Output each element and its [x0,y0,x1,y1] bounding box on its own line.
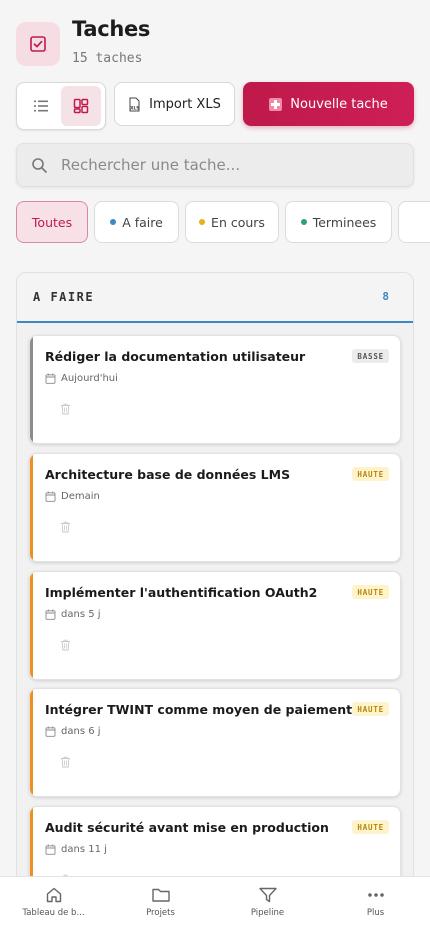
trash-icon[interactable] [60,521,71,533]
page-title: Taches [72,17,151,41]
task-date-label: Aujourd'hui [61,373,118,384]
calendar-icon [45,491,56,502]
checkbox-icon [16,22,60,66]
task-title: Intégrer TWINT comme moyen de paiement [45,702,353,717]
task-due-date: dans 5 j [45,609,101,620]
nav-projects-label: Projets [146,908,175,918]
nav-projects[interactable]: Projets [107,877,214,932]
priority-badge: HAUTE [352,820,389,834]
task-title: Rédiger la documentation utilisateur [45,349,306,364]
task-title: Implémenter l'authentification OAuth2 [45,585,318,600]
task-card[interactable]: Architecture base de données LMS HAUTE D… [29,453,401,562]
filter-done-label: Terminees [312,214,377,230]
task-title: Architecture base de données LMS [45,467,291,482]
trash-icon[interactable] [60,756,71,768]
kanban-icon [73,98,89,114]
task-due-date: Aujourd'hui [45,373,118,384]
task-date-label: dans 6 j [61,726,101,737]
task-due-date: dans 11 j [45,844,107,855]
trash-icon[interactable] [60,403,71,415]
status-dot [199,219,206,225]
task-date-label: dans 11 j [61,844,107,855]
priority-badge: BASSE [352,349,389,363]
list-icon [34,100,48,112]
new-task-button[interactable]: Nouvelle tache [243,82,414,126]
column-title: A FAIRE [33,290,95,304]
priority-badge: HAUTE [352,585,389,599]
filter-todo-label: A faire [122,214,163,230]
task-due-date: Demain [45,491,100,502]
task-card[interactable]: Rédiger la documentation utilisateur BAS… [29,335,401,444]
import-xls-button[interactable]: XLS Import XLS [114,82,235,126]
filter-more[interactable] [398,201,430,243]
xls-file-icon: XLS [129,97,140,111]
priority-bar [30,689,33,796]
nav-more[interactable]: Plus [322,877,429,932]
view-toggle [16,82,106,130]
priority-badge: HAUTE [352,702,389,716]
toolbar: XLS Import XLS Nouvelle tache [16,82,414,130]
task-date-label: dans 5 j [61,609,101,620]
import-xls-label: Import XLS [149,96,221,112]
filter-in-progress-label: En cours [211,214,265,230]
board-view-button[interactable] [61,86,101,126]
filter-done[interactable]: Terminees [285,201,392,243]
more-icon [367,893,384,897]
calendar-icon [45,373,56,384]
page-header: Taches 15 taches [16,16,414,68]
task-due-date: dans 6 j [45,726,101,737]
trash-icon[interactable] [60,639,71,651]
task-card[interactable]: Implémenter l'authentification OAuth2 HA… [29,571,401,680]
search-input[interactable] [61,144,401,186]
priority-bar [30,336,33,443]
nav-more-label: Plus [366,908,385,918]
nav-pipeline-label: Pipeline [250,908,285,918]
status-dot [300,219,307,225]
status-dot [110,219,117,225]
search-icon [32,158,47,173]
filter-all-label: Toutes [31,214,73,230]
nav-pipeline[interactable]: Pipeline [214,877,321,932]
column-count: 8 [382,290,389,303]
calendar-icon [45,844,56,855]
list-view-button[interactable] [21,86,61,126]
filter-all[interactable]: Toutes [16,201,88,243]
home-icon [46,887,61,903]
nav-dashboard-label: Tableau de b... [22,908,85,918]
nav-dashboard[interactable]: Tableau de b... [0,877,107,932]
bottom-nav: Tableau de b... Projets Pipeline Plus [0,876,430,932]
kanban-column-todo: A FAIRE 8 Rédiger la documentation utili… [16,272,414,892]
plus-icon [269,97,283,111]
filter-todo[interactable]: A faire [94,201,179,243]
priority-bar [30,572,33,679]
calendar-icon [45,609,56,620]
task-date-label: Demain [61,491,100,502]
calendar-icon [45,726,56,737]
task-count: 15 taches [72,51,143,66]
filter-in-progress[interactable]: En cours [185,201,279,243]
status-filters: Toutes A faire En cours Terminees [16,201,430,243]
new-task-label: Nouvelle tache [290,96,388,112]
svg-text:XLS: XLS [130,105,139,111]
task-title: Audit sécurité avant mise en production [45,820,329,835]
filter-icon [258,887,277,903]
priority-badge: HAUTE [352,467,389,481]
search-bar [16,143,414,187]
folder-icon [151,888,170,902]
column-header: A FAIRE 8 [17,273,413,323]
priority-bar [30,454,33,561]
task-card[interactable]: Intégrer TWINT comme moyen de paiement H… [29,688,401,797]
